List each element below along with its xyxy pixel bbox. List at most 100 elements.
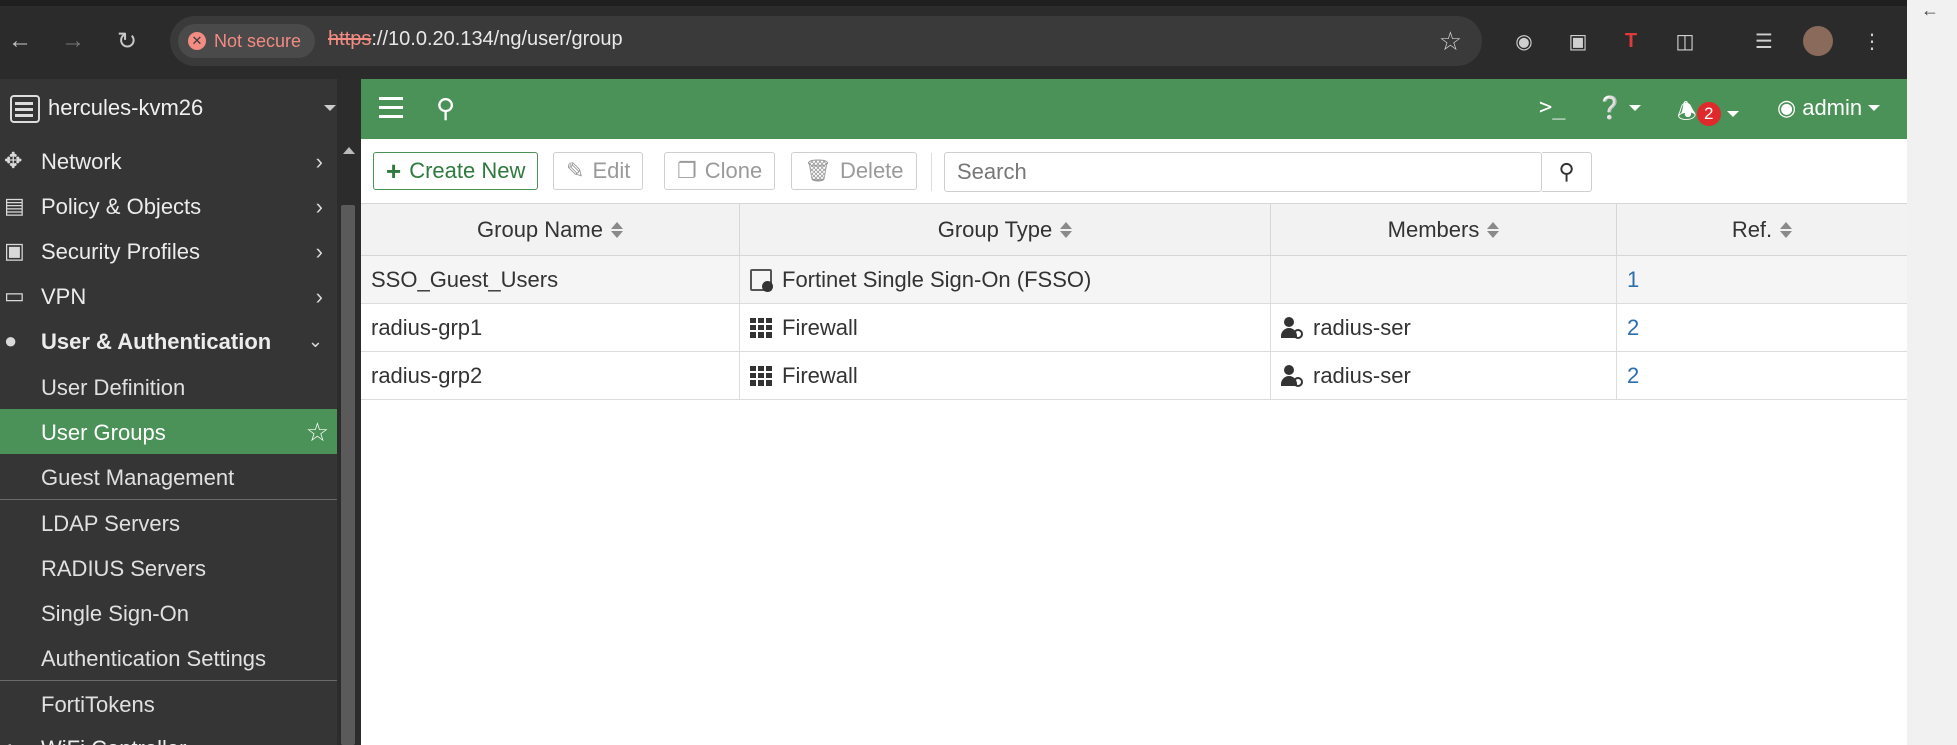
column-header-group-type[interactable]: Group Type [740,204,1271,255]
sidebar-subitem-user-definition[interactable]: User Definition [0,364,337,409]
column-header-ref[interactable]: Ref. [1617,204,1907,255]
notifications-menu[interactable]: 🕭 2 [1677,95,1739,133]
members-cell [1271,256,1617,303]
clone-icon: ❐ [677,158,697,183]
device-name: hercules-kvm26 [48,95,204,120]
media-queue-icon[interactable]: ☰ [1749,26,1779,56]
side-panel-back-icon[interactable]: ← [1921,0,1939,21]
sidebar-subitem-authentication-settings[interactable]: Authentication Settings [0,635,337,680]
sidebar-subitem-single-sign-on[interactable]: Single Sign-On [0,590,337,635]
member-label: radius-ser [1313,362,1411,388]
clone-button[interactable]: ❐ Clone [664,152,776,190]
reload-icon[interactable]: ↻ [111,25,143,57]
sidebar-subitem-label: FortiTokens [41,692,155,717]
extension-glasses-icon[interactable]: ◉ [1509,26,1539,56]
group-name-cell: radius-grp1 [361,304,740,351]
help-menu[interactable]: ❔ [1596,95,1642,121]
sidebar-item-wifi-controller[interactable]: ◐ WiFi Controller › [0,726,337,745]
extension-tp-icon[interactable]: T [1616,26,1646,56]
notification-badge: 2 [1696,102,1721,126]
scrollbar-thumb[interactable] [341,205,355,745]
group-type-label: Firewall [782,362,858,388]
delete-label: Delete [839,158,904,183]
sidebar-item-label: Policy & Objects [41,194,202,219]
members-cell: radius-ser [1271,304,1617,351]
bookmark-star-icon[interactable]: ☆ [1439,26,1462,57]
group-type-label: Fortinet Single Sign-On (FSSO) [782,266,1092,292]
sidebar-subitem-label: RADIUS Servers [41,556,207,581]
caret-down-icon [1868,105,1881,111]
user-circle-icon: ◉ [1777,95,1797,120]
chevron-right-icon: › [315,194,323,219]
cli-console-icon[interactable]: >_ [1539,95,1566,120]
url-text[interactable]: https://10.0.20.134/ng/user/group [328,28,623,51]
sidebar-item-label: Security Profiles [41,239,200,264]
sidebar-item-network[interactable]: ✥ Network › [0,139,337,184]
group-type-cell: Fortinet Single Sign-On (FSSO) [740,256,1271,303]
ref-count-link[interactable]: 1 [1617,256,1907,303]
column-header-group-name[interactable]: Group Name [361,204,740,255]
sidebar-subitem-fortitokens[interactable]: FortiTokens [0,681,337,726]
group-type-label: Firewall [782,314,858,340]
bell-icon: 🕭 [1677,99,1697,124]
sidebar-subitem-label: Single Sign-On [41,601,189,626]
device-selector[interactable]: hercules-kvm26 [0,79,337,139]
extensions-puzzle-icon[interactable]: ◫ [1670,26,1700,56]
ref-count-link[interactable]: 2 [1617,352,1907,399]
sidebar-menu: ✥ Network › ▤ Policy & Objects › ▣ Secur… [0,139,337,745]
sidebar-item-user-authentication[interactable]: ● User & Authentication ⌄ [0,319,337,364]
user-icon: ● [4,328,18,353]
table-row[interactable]: SSO_Guest_Users Fortinet Single Sign-On … [361,256,1907,304]
sidebar-subitem-guest-management[interactable]: Guest Management [0,454,337,499]
profile-avatar[interactable] [1803,26,1833,56]
help-icon: ❔ [1596,95,1624,120]
back-icon[interactable]: ← [4,25,36,57]
address-bar[interactable]: ✕ Not secure https://10.0.20.134/ng/user… [170,16,1482,66]
side-panel-strip: ← [1907,0,1957,745]
sidebar-scrollbar[interactable] [337,79,361,745]
extension-chip-icon[interactable]: ▣ [1563,26,1593,56]
hamburger-menu-icon[interactable] [379,97,403,119]
group-type-cell: Firewall [740,352,1271,399]
edit-button[interactable]: ✎ Edit [553,152,644,190]
search-icon[interactable]: ⚲ [436,93,455,124]
table-row[interactable]: radius-grp2 Firewall radius-ser 2 [361,352,1907,400]
sort-icon [1060,221,1073,238]
search-input[interactable] [945,153,1541,191]
browser-menu-icon[interactable]: ⋮ [1857,26,1887,56]
sidebar-subitem-label: LDAP Servers [41,511,180,536]
radius-user-icon [1281,364,1303,387]
column-header-label: Group Name [477,216,603,242]
ref-count-link[interactable]: 2 [1617,304,1907,351]
sidebar-subitem-radius-servers[interactable]: RADIUS Servers [0,545,337,590]
sidebar-item-policy-objects[interactable]: ▤ Policy & Objects › [0,184,337,229]
search-submit-button[interactable]: ⚲ [1542,152,1592,192]
wifi-icon: ◐ [4,737,30,745]
sidebar-item-vpn[interactable]: ▭ VPN › [0,274,337,319]
toolbar-separator [931,153,932,191]
user-name: admin [1802,95,1863,120]
sidebar-item-security-profiles[interactable]: ▣ Security Profiles › [0,229,337,274]
warning-icon: ✕ [188,32,206,50]
sidebar-subitem-ldap-servers[interactable]: LDAP Servers [0,500,337,545]
favorite-star-icon[interactable]: ☆ [306,417,329,448]
column-header-members[interactable]: Members [1271,204,1617,255]
user-menu[interactable]: ◉ admin [1777,95,1881,121]
table-search-box [944,152,1542,192]
search-icon: ⚲ [1558,159,1575,184]
not-secure-chip[interactable]: ✕ Not secure [178,24,316,58]
scroll-up-icon[interactable] [343,147,355,154]
delete-button[interactable]: 🗑 Delete [791,152,917,190]
firewall-icon [750,317,772,338]
caret-down-icon [1629,105,1642,111]
sidebar-subitem-user-groups[interactable]: User Groups ☆ [0,409,337,454]
table-row[interactable]: radius-grp1 Firewall radius-ser 2 [361,304,1907,352]
create-new-button[interactable]: + Create New [373,152,539,190]
laptop-icon: ▭ [4,283,25,308]
radius-user-icon [1281,316,1303,339]
sidebar-item-label: User & Authentication [41,329,272,354]
url-scheme: https [328,28,372,50]
forward-icon[interactable]: → [57,25,89,57]
sidebar: hercules-kvm26 ✥ Network › ▤ Policy & Ob… [0,79,337,745]
security-label: Not secure [214,30,302,51]
